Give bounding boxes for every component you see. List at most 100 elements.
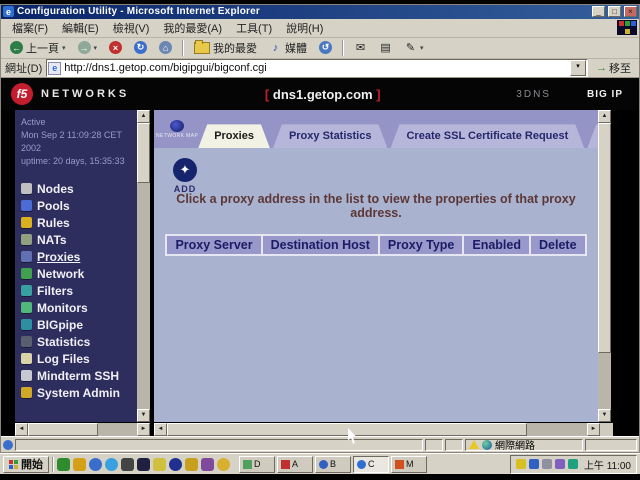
- quicklaunch-icon-4[interactable]: [105, 458, 118, 471]
- quicklaunch-icon-2[interactable]: [73, 458, 86, 471]
- quicklaunch-icon-11[interactable]: [217, 458, 230, 471]
- scroll-down-icon[interactable]: ▼: [137, 409, 150, 422]
- sidebar-item-statistics[interactable]: Statistics: [21, 333, 137, 350]
- sidebar-item-system-admin[interactable]: System Admin: [21, 384, 137, 401]
- pools-icon: [21, 200, 32, 211]
- quicklaunch-icon-10[interactable]: [201, 458, 214, 471]
- filters-icon: [21, 285, 32, 296]
- scroll-left-icon[interactable]: ◄: [15, 423, 28, 436]
- taskbar-window-button-5[interactable]: M: [391, 456, 427, 473]
- scroll-up-icon[interactable]: ▲: [598, 110, 611, 123]
- f5-logo[interactable]: f5: [11, 83, 33, 105]
- main-frame: NETWORK MAP Proxies Proxy Statistics Cre…: [154, 110, 611, 422]
- scroll-right-icon[interactable]: ►: [137, 423, 150, 436]
- proxies-content: ✦ ADD Click a proxy address in the list …: [154, 148, 598, 422]
- scroll-up-icon[interactable]: ▲: [137, 110, 150, 123]
- sidebar-item-monitors[interactable]: Monitors: [21, 299, 137, 316]
- link-3dns[interactable]: 3DNS: [516, 89, 551, 100]
- sidebar-hscrollbar[interactable]: ◄ ►: [15, 423, 150, 436]
- address-input[interactable]: [64, 62, 567, 74]
- maximize-button[interactable]: □: [608, 6, 621, 17]
- go-button[interactable]: → 移至: [592, 60, 635, 76]
- network-map-button[interactable]: NETWORK MAP: [156, 110, 198, 148]
- tray-icon-5[interactable]: [568, 459, 578, 469]
- statistics-icon: [21, 336, 32, 347]
- quicklaunch-icon-7[interactable]: [153, 458, 166, 471]
- close-button[interactable]: ×: [624, 6, 637, 17]
- sidebar-item-logfiles[interactable]: Log Files: [21, 350, 137, 367]
- add-button[interactable]: ✦ ADD: [168, 158, 202, 194]
- sidebar-item-bigpipe[interactable]: BIGpipe: [21, 316, 137, 333]
- status-bar: 網際網路: [1, 436, 639, 452]
- history-icon: ↺: [319, 41, 332, 54]
- sidebar-item-rules[interactable]: Rules: [21, 214, 137, 231]
- menu-file[interactable]: 檔案(F): [5, 19, 55, 37]
- edit-icon: ✎: [404, 41, 417, 54]
- scroll-thumb[interactable]: [137, 123, 150, 183]
- quicklaunch-icon-9[interactable]: [185, 458, 198, 471]
- scroll-right-icon[interactable]: ►: [587, 423, 600, 436]
- sidebar-item-nodes[interactable]: Nodes: [21, 180, 137, 197]
- favorites-button[interactable]: 我的最愛: [189, 38, 262, 58]
- stop-button[interactable]: ×: [104, 39, 127, 56]
- main-scrollbar[interactable]: ▲ ▼: [598, 110, 611, 422]
- menu-help[interactable]: 說明(H): [279, 19, 330, 37]
- taskbar-window-button-1[interactable]: D: [239, 456, 275, 473]
- tray-icon-4[interactable]: [555, 459, 565, 469]
- go-icon: →: [596, 62, 607, 74]
- menu-favorites[interactable]: 我的最愛(A): [156, 19, 229, 37]
- edit-button[interactable]: ✎ ▾: [399, 39, 429, 56]
- quicklaunch-icon-5[interactable]: [121, 458, 134, 471]
- history-button[interactable]: ↺: [314, 39, 337, 56]
- forward-button[interactable]: → ▾: [73, 39, 103, 56]
- sidebar-item-filters[interactable]: Filters: [21, 282, 137, 299]
- mail-button[interactable]: ✉: [349, 39, 372, 56]
- minimize-button[interactable]: _: [592, 6, 605, 17]
- quicklaunch-icon-3[interactable]: [89, 458, 102, 471]
- sidebar-item-mindterm-ssh[interactable]: Mindterm SSH: [21, 367, 137, 384]
- task-buttons: D A B C M: [239, 456, 427, 473]
- app-icon: [319, 460, 328, 469]
- title-bar[interactable]: e Configuration Utility - Microsoft Inte…: [1, 5, 639, 19]
- toolbar-separator: [182, 40, 184, 56]
- scroll-thumb[interactable]: [28, 423, 98, 436]
- print-button[interactable]: ▤: [374, 39, 397, 56]
- taskbar-window-button-2[interactable]: A: [277, 456, 313, 473]
- sidebar-item-proxies[interactable]: Proxies: [21, 248, 137, 265]
- sidebar-item-network[interactable]: Network: [21, 265, 137, 282]
- quicklaunch-icon-6[interactable]: [137, 458, 150, 471]
- sidebar-scrollbar[interactable]: ▲ ▼: [137, 110, 150, 422]
- link-bigip[interactable]: BIG IP: [587, 89, 623, 100]
- sidebar-item-pools[interactable]: Pools: [21, 197, 137, 214]
- scroll-thumb[interactable]: [598, 123, 611, 353]
- tab-proxy-statistics[interactable]: Proxy Statistics: [273, 124, 388, 148]
- start-button[interactable]: 開始: [3, 456, 49, 473]
- media-button[interactable]: ♪ 媒體: [264, 38, 312, 58]
- refresh-button[interactable]: ↻: [129, 39, 152, 56]
- tray-icon-3[interactable]: [542, 459, 552, 469]
- tab-proxies[interactable]: Proxies: [198, 124, 270, 148]
- taskbar-window-button-4[interactable]: C: [353, 456, 389, 473]
- tray-volume-icon[interactable]: [516, 459, 526, 469]
- menu-edit[interactable]: 編輯(E): [55, 19, 106, 37]
- document-icon: [3, 440, 13, 450]
- tab-install-ssl-certificate[interactable]: Install SSL Certif: [587, 124, 598, 148]
- sidebar-item-nats[interactable]: NATs: [21, 231, 137, 248]
- taskbar-window-button-3[interactable]: B: [315, 456, 351, 473]
- home-button[interactable]: ⌂: [154, 39, 177, 56]
- tab-create-ssl-certificate-request[interactable]: Create SSL Certificate Request: [390, 124, 584, 148]
- menu-view[interactable]: 檢視(V): [106, 19, 157, 37]
- scroll-down-icon[interactable]: ▼: [598, 409, 611, 422]
- sidebar-nav: Nodes Pools Rules NATs Proxies Network F…: [15, 180, 137, 401]
- tray-icon-2[interactable]: [529, 459, 539, 469]
- quicklaunch-icon-8[interactable]: [169, 458, 182, 471]
- taskbar-clock[interactable]: 上午 11:00: [584, 457, 631, 472]
- quicklaunch-icon-1[interactable]: [57, 458, 70, 471]
- address-dropdown[interactable]: ▾: [570, 60, 586, 76]
- monitors-icon: [21, 302, 32, 313]
- menu-tools[interactable]: 工具(T): [229, 19, 279, 37]
- main-hscrollbar[interactable]: ◄ ►: [154, 423, 600, 436]
- scroll-thumb[interactable]: [167, 423, 527, 436]
- back-button[interactable]: ← 上一頁 ▾: [5, 38, 71, 58]
- scroll-left-icon[interactable]: ◄: [154, 423, 167, 436]
